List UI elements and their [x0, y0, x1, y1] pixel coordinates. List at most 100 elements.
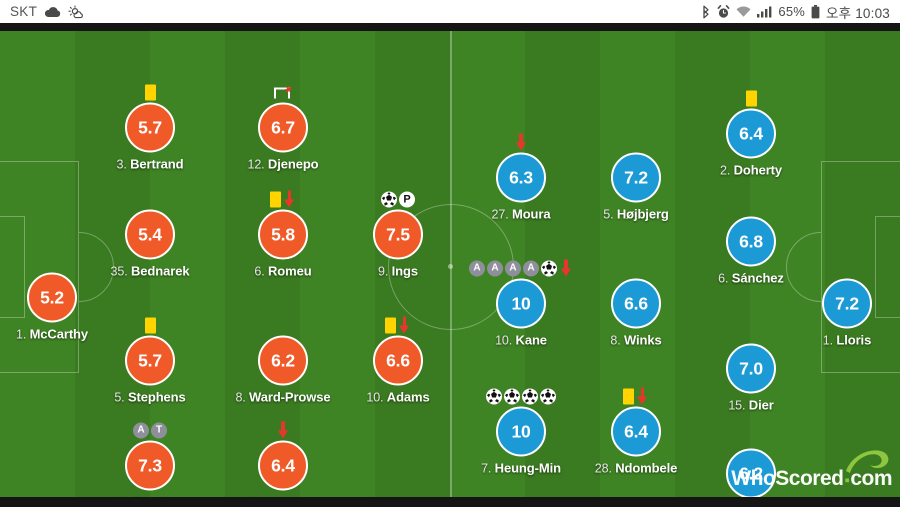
player-name-label: 15. Dier	[728, 397, 774, 413]
player-card-ward-prowse[interactable]: 6.2 8. Ward-Prowse	[223, 316, 343, 405]
player-number: 1.	[822, 333, 837, 348]
player-rating[interactable]: 6.2	[258, 335, 308, 386]
assist-icon: A	[133, 422, 149, 439]
player-name-label: 1. Lloris	[822, 332, 872, 348]
goal-icon	[522, 388, 538, 405]
carrier-label: SKT	[10, 4, 38, 19]
player-number: 9.	[378, 264, 392, 279]
player-badges	[223, 421, 343, 439]
player-number: 5.	[603, 207, 617, 222]
player-card-ings[interactable]: P 7.5 9. Ings	[338, 190, 458, 279]
player-name-label: 10. Kane	[495, 332, 547, 348]
football-pitch: 5.2 1. McCarthy 5.7 3. Bertrand 5.4 35. Bedna…	[0, 31, 900, 497]
player-card-kane[interactable]: A A A A 10 10. Kane	[461, 259, 581, 348]
player-name-label: 7. Heung-Min	[481, 460, 561, 476]
player-badges	[576, 133, 696, 151]
status-bar-right: 65% 오후 10:03	[701, 2, 890, 22]
player-card-walker-peters[interactable]: AT7.32. Walker-Peters	[90, 421, 210, 497]
player-rating[interactable]: 6.4	[726, 108, 776, 159]
player-number: 6.	[254, 264, 269, 279]
substitution-off-arrow-icon	[514, 133, 528, 151]
watermark-who: Who	[731, 467, 776, 490]
player-rating[interactable]: 5.8	[258, 209, 308, 260]
player-rating[interactable]: 5.2	[27, 272, 77, 323]
watermark-dot: ▪	[844, 472, 850, 489]
player-rating[interactable]: 7.3	[125, 440, 175, 491]
player-card-romeu[interactable]: 5.8 6. Romeu	[223, 190, 343, 279]
signal-icon	[757, 5, 772, 18]
player-rating[interactable]: 6.4	[611, 406, 661, 457]
goal-icon	[504, 388, 520, 405]
player-rating[interactable]: 7.2	[611, 152, 661, 203]
player-card-bednarek[interactable]: 5.4 35. Bednarek	[90, 190, 210, 279]
player-number: 15.	[728, 398, 749, 413]
player-rating[interactable]: 5.7	[125, 335, 175, 386]
watermark: Who Scored ▪ com	[731, 467, 892, 491]
weather-sun-cloud-icon	[68, 4, 84, 19]
player-name-label: 9. Ings	[378, 263, 418, 279]
bluetooth-icon	[701, 5, 711, 19]
player-rating[interactable]: 6.8	[726, 216, 776, 267]
assist-icon: A	[505, 260, 521, 277]
player-card-ndombele[interactable]: 6.4 28. Ndombele	[576, 387, 696, 476]
player-badges	[338, 316, 458, 334]
yellow-card-icon	[384, 317, 396, 334]
lineup-screen: SKT 65% 오후 10:03 5.2 1. McCarthy 5.7 3. …	[0, 0, 900, 507]
player-card-h-jbjerg[interactable]: 7.2 5. Højbjerg	[576, 133, 696, 222]
player-rating[interactable]: 10	[496, 278, 546, 329]
player-name-label: 3. Bertrand	[116, 156, 184, 172]
player-rating[interactable]: 7.2	[822, 278, 872, 329]
tackle-icon: T	[151, 422, 167, 439]
player-card-lloris[interactable]: 7.2 1. Lloris	[787, 259, 900, 348]
player-rating[interactable]: 6.6	[611, 278, 661, 329]
player-rating[interactable]: 6.7	[258, 102, 308, 153]
goal-icon	[540, 388, 556, 405]
player-rating[interactable]: 6.3	[496, 152, 546, 203]
assist-icon: A	[469, 260, 485, 277]
goal-icon	[381, 191, 397, 208]
player-card-heung-min[interactable]: 10 7. Heung-Min	[461, 387, 581, 476]
goal-icon	[486, 388, 502, 405]
player-card-armstrong[interactable]: 6.417. Armstrong	[223, 421, 343, 497]
status-bar: SKT 65% 오후 10:03	[0, 0, 900, 23]
player-number: 28.	[594, 461, 616, 476]
player-name-label: 8. Ward-Prowse	[235, 389, 331, 405]
player-number: 2.	[719, 163, 734, 178]
player-number: 1.	[15, 327, 30, 342]
player-card-adams[interactable]: 6.6 10. Adams	[338, 316, 458, 405]
player-card-djenepo[interactable]: ✷ 6.7 12. Djenepo	[223, 83, 343, 172]
player-rating[interactable]: 6.6	[373, 335, 423, 386]
battery-icon	[811, 4, 820, 19]
wifi-icon	[736, 5, 751, 18]
substitution-off-arrow-icon	[283, 190, 297, 208]
player-card-moura[interactable]: 6.3 27. Moura	[461, 133, 581, 222]
player-name-label: 6. Romeu	[254, 263, 312, 279]
player-number: 35.	[110, 264, 131, 279]
player-badges	[576, 259, 696, 277]
player-card-bertrand[interactable]: 5.7 3. Bertrand	[90, 83, 210, 172]
player-number: 5.	[114, 390, 128, 405]
player-badges	[223, 190, 343, 208]
player-badges	[691, 89, 811, 107]
player-rating[interactable]: 10	[496, 406, 546, 457]
watermark-com: com	[850, 467, 892, 490]
player-card-winks[interactable]: 6.6 8. Winks	[576, 259, 696, 348]
player-name-label: 12. Djenepo	[247, 156, 319, 172]
player-rating[interactable]: 6.4	[258, 440, 308, 491]
player-number: 8.	[610, 333, 624, 348]
player-card-stephens[interactable]: 5.7 5. Stephens	[90, 316, 210, 405]
player-rating[interactable]: 5.4	[125, 209, 175, 260]
player-number: 10.	[366, 390, 387, 405]
player-badges: ✷	[223, 83, 343, 101]
battery-percent-label: 65%	[778, 4, 806, 19]
player-number: 3.	[116, 157, 131, 172]
player-rating[interactable]: 5.7	[125, 102, 175, 153]
letterbox-top	[0, 23, 900, 31]
status-bar-left: SKT	[10, 4, 84, 19]
player-card-doherty[interactable]: 6.4 2. Doherty	[691, 89, 811, 178]
player-badges: P	[338, 190, 458, 208]
player-name-label: 5. Stephens	[114, 389, 186, 405]
substitution-off-arrow-icon	[398, 316, 412, 334]
player-rating[interactable]: 7.0	[726, 343, 776, 394]
player-rating[interactable]: 7.5	[373, 209, 423, 260]
